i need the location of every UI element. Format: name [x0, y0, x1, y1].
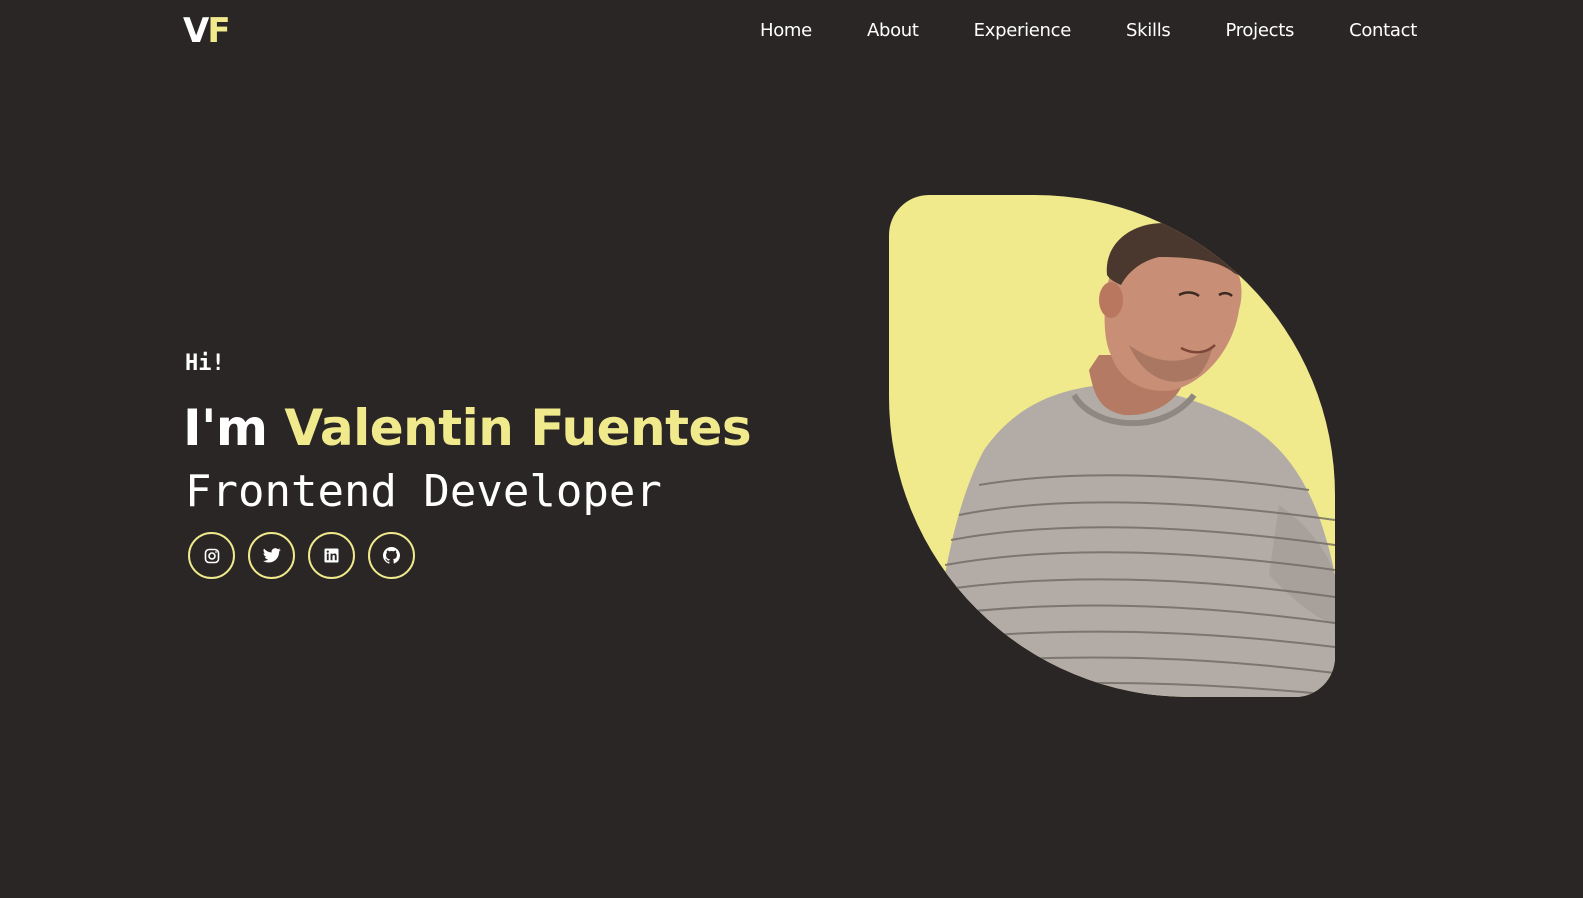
nav-experience[interactable]: Experience	[974, 18, 1072, 44]
headline-intro: I'm	[183, 399, 285, 457]
nav-about[interactable]: About	[867, 18, 919, 44]
main-nav: Home About Experience Skills Projects Co…	[760, 18, 1417, 44]
github-icon	[383, 547, 400, 564]
profile-portrait-image	[928, 222, 1335, 697]
nav-contact[interactable]: Contact	[1349, 18, 1417, 44]
instagram-icon	[204, 548, 219, 563]
logo[interactable]: VF	[183, 10, 231, 52]
logo-letter-v: V	[183, 11, 209, 51]
instagram-button[interactable]	[188, 532, 235, 579]
nav-home[interactable]: Home	[760, 18, 812, 44]
twitter-button[interactable]	[248, 532, 295, 579]
hero-role: Frontend Developer	[185, 466, 662, 517]
linkedin-button[interactable]	[308, 532, 355, 579]
logo-letter-f: F	[207, 11, 230, 51]
twitter-icon	[262, 548, 281, 563]
github-button[interactable]	[368, 532, 415, 579]
profile-photo	[889, 195, 1335, 697]
social-links	[188, 532, 751, 579]
hero-intro: Hi! I'm Valentin Fuentes Frontend Develo…	[183, 350, 752, 579]
nav-skills[interactable]: Skills	[1126, 18, 1171, 44]
hero-headline: I'm Valentin Fuentes	[183, 398, 752, 458]
nav-projects[interactable]: Projects	[1225, 18, 1294, 44]
greeting: Hi!	[185, 351, 225, 376]
linkedin-icon	[324, 548, 339, 563]
hero-name: Valentin Fuentes	[284, 399, 752, 457]
